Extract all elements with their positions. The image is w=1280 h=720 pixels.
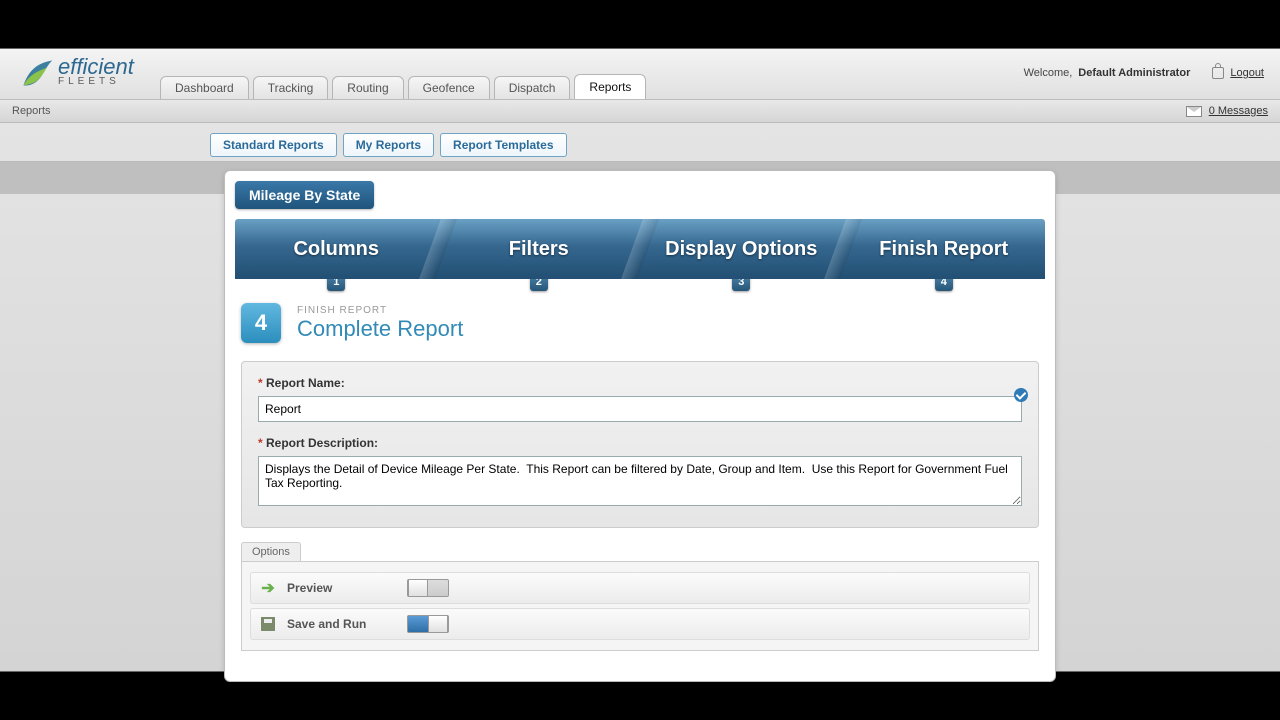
main-tab-routing[interactable]: Routing [332,76,403,99]
wizard-step-1[interactable]: Columns [235,219,438,279]
header: efficient FLEETS DashboardTrackingRoutin… [0,49,1280,100]
required-icon: * [258,376,263,390]
arrow-right-icon: ➔ [259,579,277,597]
report-subtabs: Standard ReportsMy ReportsReport Templat… [0,123,1280,161]
report-name-input[interactable] [258,396,1022,422]
option-toggle-save-and-run[interactable] [407,615,449,633]
logo-text: efficient FLEETS [58,58,134,88]
main-tab-tracking[interactable]: Tracking [253,76,329,99]
main-tabs: DashboardTrackingRoutingGeofenceDispatch… [160,74,650,99]
options-body: ➔ Preview Save and Run [241,561,1039,651]
wizard-steps-bar: ColumnsFiltersDisplay OptionsFinish Repo… [235,219,1045,279]
wizard-step-4[interactable]: Finish Report [843,219,1046,279]
options-section: Options ➔ Preview Save and Run [241,542,1039,651]
header-user-area: Welcome, Default Administrator Logout [1024,67,1264,79]
step-number-badge: 4 [241,303,281,343]
envelope-icon [1186,106,1202,117]
required-icon: * [258,436,263,450]
messages-count[interactable]: 0 Messages [1209,105,1268,117]
welcome-text: Welcome, [1024,67,1073,79]
option-row-save-and-run: Save and Run [250,608,1030,640]
disk-icon [259,615,277,633]
logo: efficient FLEETS [18,55,134,91]
messages-link[interactable]: 0 Messages [1186,105,1268,117]
app-window: efficient FLEETS DashboardTrackingRoutin… [0,48,1280,672]
main-tab-reports[interactable]: Reports [574,74,646,99]
subtab-standard-reports[interactable]: Standard Reports [210,133,337,157]
step-title: Complete Report [297,316,463,342]
report-name-label: * Report Name: [258,376,1022,390]
option-label: Save and Run [287,617,397,631]
report-title-chip: Mileage By State [235,181,374,209]
logo-bird-icon [18,55,54,91]
option-label: Preview [287,581,397,595]
main-tab-dashboard[interactable]: Dashboard [160,76,249,99]
valid-check-icon [1014,388,1028,402]
main-tab-dispatch[interactable]: Dispatch [494,76,571,99]
logout-link[interactable]: Logout [1230,67,1264,79]
wizard-panel: Mileage By State ColumnsFiltersDisplay O… [224,170,1056,682]
report-description-textarea[interactable]: Displays the Detail of Device Mileage Pe… [258,456,1022,506]
option-toggle-preview[interactable] [407,579,449,597]
user-name: Default Administrator [1078,67,1190,79]
step-eyebrow: FINISH REPORT [297,305,463,316]
viewport: efficient FLEETS DashboardTrackingRoutin… [0,0,1280,720]
lock-icon [1212,67,1224,79]
report-description-label: * Report Description: [258,436,1022,450]
main-tab-geofence[interactable]: Geofence [408,76,490,99]
breadcrumb: Reports [12,105,51,117]
sub-bar: Reports 0 Messages [0,100,1280,123]
letterbox [0,0,1280,48]
subtab-report-templates[interactable]: Report Templates [440,133,566,157]
option-row-preview: ➔ Preview [250,572,1030,604]
step-header: 4 FINISH REPORT Complete Report [235,291,1045,351]
wizard-step-3[interactable]: Display Options [640,219,843,279]
form-section: * Report Name: * Report Description: Dis… [241,361,1039,528]
wizard-step-numbers: 1234 [235,279,1045,291]
options-heading: Options [241,542,301,561]
subtab-my-reports[interactable]: My Reports [343,133,434,157]
wizard-step-2[interactable]: Filters [438,219,641,279]
logo-line1: efficient [58,58,134,76]
